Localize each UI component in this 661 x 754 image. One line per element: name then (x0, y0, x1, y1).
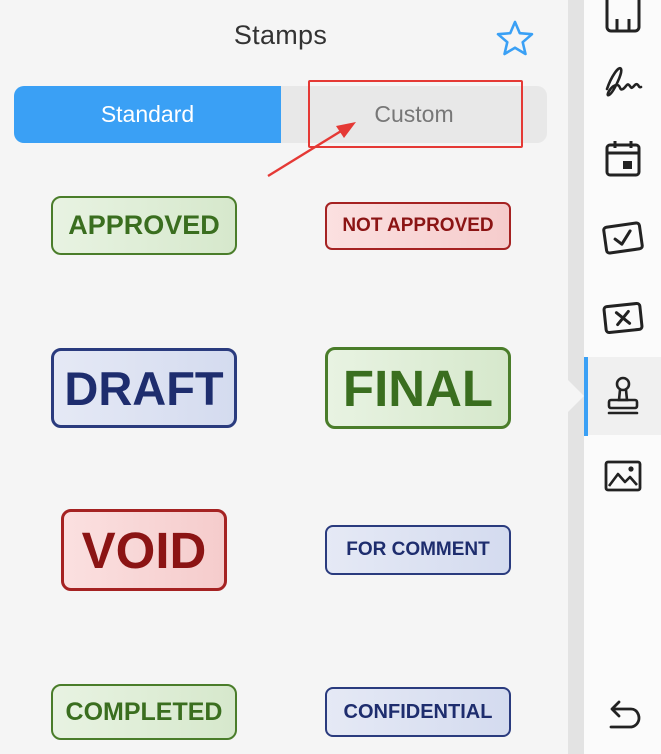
stamp-not-approved[interactable]: NOT APPROVED (325, 202, 511, 250)
panel-title: Stamps (233, 20, 328, 50)
toolbar-item-checkmark[interactable] (584, 199, 661, 277)
checkmark-box-icon (601, 221, 644, 255)
stamp-void[interactable]: VOID (61, 509, 227, 591)
annotation-arrow-icon (267, 122, 356, 178)
toolbar-item-image[interactable] (584, 437, 661, 515)
stamp-completed[interactable]: COMPLETED (51, 684, 237, 740)
signature-icon (605, 66, 642, 97)
toolbar-item-signature[interactable] (584, 42, 661, 120)
toolbar-item-undo[interactable] (584, 676, 661, 754)
cross-box-icon (602, 301, 643, 335)
toolbar-item-date[interactable] (584, 120, 661, 198)
panel-divider (568, 0, 584, 754)
stamps-screen: Stamps Standard Custom APPROVED NOT APPR… (0, 0, 661, 754)
text-box-icon (605, 0, 640, 33)
stamp-approved[interactable]: APPROVED (51, 196, 237, 255)
tab-standard[interactable]: Standard (14, 86, 281, 143)
panel-pointer (567, 379, 584, 413)
star-icon[interactable] (496, 20, 534, 56)
active-tool-indicator (584, 357, 588, 436)
stamps-panel: Stamps Standard Custom APPROVED NOT APPR… (0, 0, 568, 754)
image-icon (604, 460, 641, 492)
stamp-icon (607, 376, 638, 415)
stamp-for-comment[interactable]: FOR COMMENT (325, 525, 511, 575)
stamp-draft[interactable]: DRAFT (51, 348, 237, 428)
toolbar-item-stamp[interactable] (584, 357, 661, 435)
calendar-icon (605, 141, 640, 177)
toolbar-item-cross[interactable] (584, 279, 661, 357)
undo-icon (609, 700, 640, 729)
stamp-confidential[interactable]: CONFIDENTIAL (325, 687, 511, 737)
stamp-final[interactable]: FINAL (325, 347, 511, 429)
